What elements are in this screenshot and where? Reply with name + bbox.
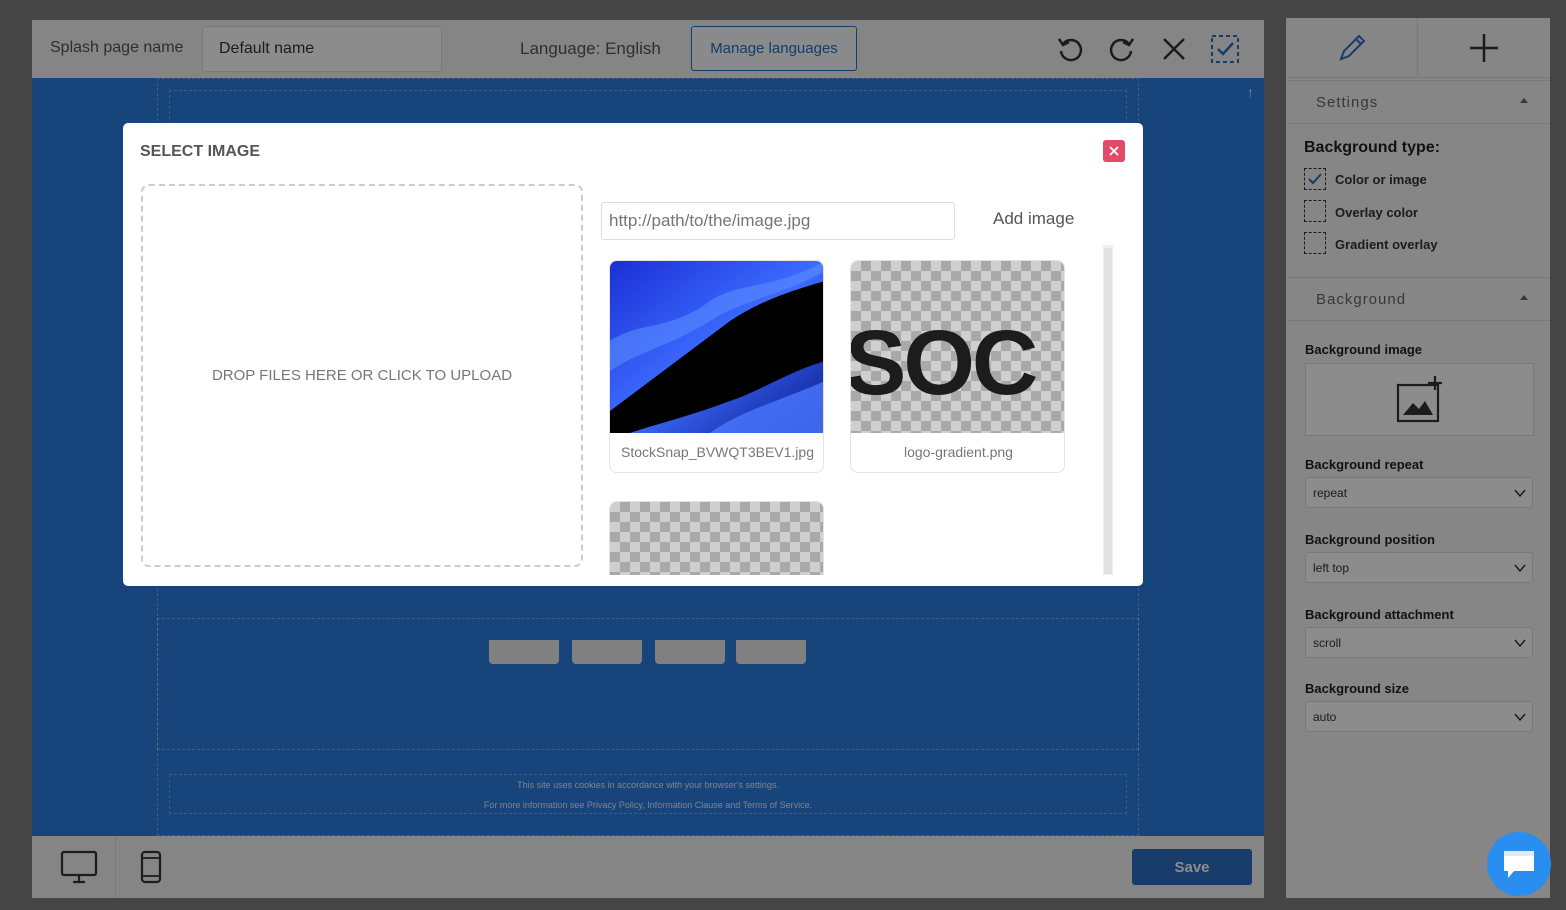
add-image-button[interactable]: Add image [993,209,1074,229]
image-url-input[interactable] [601,202,955,240]
image-thumbnail: SOC [851,261,1064,433]
modal-title: SELECT IMAGE [140,143,261,160]
upload-dropzone[interactable]: DROP FILES HERE OR CLICK TO UPLOAD [141,184,583,567]
image-card[interactable]: SOC logo-gradient.png [850,260,1065,473]
image-thumbnail [610,261,823,433]
image-card[interactable] [609,501,824,575]
chat-bubble-icon [1504,851,1534,878]
image-caption: StockSnap_BVWQT3BEV1.jpg [621,444,814,460]
image-gallery: StockSnap_BVWQT3BEV1.jpg SOC logo-gradie… [601,245,1113,575]
chat-button[interactable] [1487,832,1551,896]
gallery-scrollbar-thumb[interactable] [1104,248,1112,574]
modal-close-button[interactable] [1103,140,1125,162]
select-image-modal: SELECT IMAGE DROP FILES HERE OR CLICK TO… [123,123,1143,586]
image-card[interactable]: StockSnap_BVWQT3BEV1.jpg [609,260,824,473]
logo-preview-text: SOC [851,312,1038,414]
close-icon [1109,146,1119,156]
dropzone-text: DROP FILES HERE OR CLICK TO UPLOAD [211,367,513,384]
image-caption: logo-gradient.png [904,444,1013,460]
image-thumbnail [610,502,823,575]
